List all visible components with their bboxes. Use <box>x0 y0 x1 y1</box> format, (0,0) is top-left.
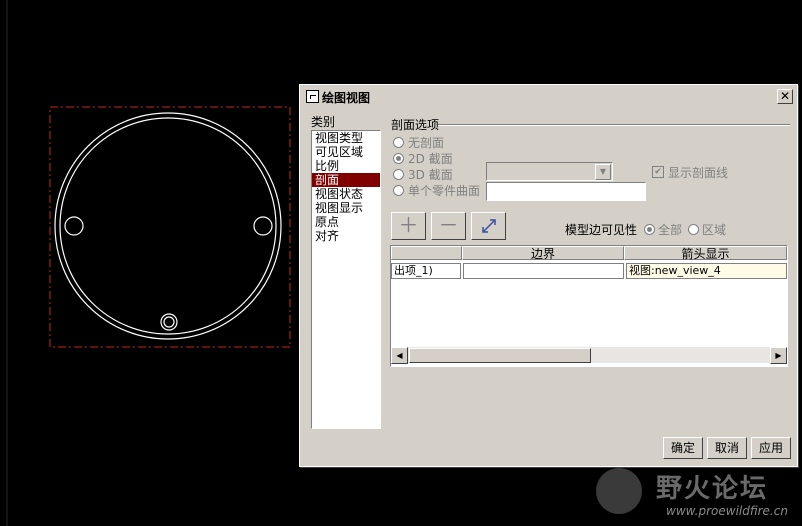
table-horizontal-scrollbar[interactable]: ◀ ▶ <box>391 347 787 364</box>
radio-edge-all[interactable] <box>644 224 655 235</box>
scroll-thumb[interactable] <box>409 348 591 363</box>
category-label: 类别 <box>311 115 336 129</box>
show-section-lines-checkbox[interactable]: ✔ <box>652 166 664 178</box>
dialog-titlebar[interactable]: 绘图视图 ✕ <box>302 87 795 105</box>
category-item-scale[interactable]: 比例 <box>312 159 380 173</box>
show-section-lines-label: 显示剖面线 <box>668 166 729 180</box>
radio-2d-section[interactable] <box>393 153 404 164</box>
minus-icon: － <box>438 213 459 237</box>
single-part-surface-field[interactable] <box>486 182 646 201</box>
radio-no-section[interactable] <box>393 137 404 148</box>
category-item-view-type[interactable]: 视图类型 <box>312 131 380 145</box>
category-item-alignment[interactable]: 对齐 <box>312 229 380 243</box>
wildfire-logo-icon <box>596 468 642 514</box>
cancel-button[interactable]: 取消 <box>707 437 747 459</box>
add-button[interactable]: ＋ <box>391 212 426 240</box>
radio-2d-section-label: 2D 截面 <box>408 152 453 166</box>
radio-edge-all-label: 全部 <box>658 223 683 237</box>
table-cell-arrow-display[interactable]: 视图:new_view_4 <box>626 263 787 279</box>
table-header-boundary[interactable]: 边界 <box>462 246 624 261</box>
section-options-label: 剖面选项 <box>391 118 440 132</box>
watermark-title: 野火论坛 <box>656 474 769 504</box>
flip-arrow-icon <box>481 219 496 233</box>
dialog-title: 绘图视图 <box>322 91 371 105</box>
category-item-view-display[interactable]: 视图显示 <box>312 201 380 215</box>
table-header-name[interactable] <box>391 246 462 260</box>
radio-edge-region[interactable] <box>688 224 699 235</box>
watermark-url: www.proewildfire.cn <box>666 504 788 518</box>
hole-left <box>64 216 84 236</box>
category-item-section[interactable]: 剖面 <box>312 173 380 187</box>
forum-watermark: 野火论坛 www.proewildfire.cn <box>590 462 802 526</box>
apply-button[interactable]: 应用 <box>751 437 791 459</box>
radio-3d-section-label: 3D 截面 <box>408 168 453 182</box>
hole-bottom-outer <box>160 313 178 331</box>
category-item-origin[interactable]: 原点 <box>312 215 380 229</box>
table-header-arrow-display[interactable]: 箭头显示 <box>624 246 787 261</box>
ok-button[interactable]: 确定 <box>663 437 703 459</box>
section-table[interactable]: 边界 箭头显示 出项_1) 视图:new_view_4 ◀ ▶ <box>390 245 788 367</box>
inner-circle <box>59 117 277 335</box>
section-select[interactable]: ▼ <box>486 162 613 181</box>
flip-direction-button[interactable] <box>471 212 506 240</box>
hole-right <box>253 216 273 236</box>
edge-visibility-label: 模型边可见性 <box>565 223 638 237</box>
radio-single-part-surface[interactable] <box>393 185 404 196</box>
radio-3d-section[interactable] <box>393 169 404 180</box>
table-cell-name[interactable]: 出项_1) <box>391 263 461 279</box>
chevron-down-icon[interactable]: ▼ <box>595 164 611 180</box>
radio-single-part-surface-label: 单个零件曲面 <box>408 184 481 198</box>
close-button[interactable]: ✕ <box>777 89 793 104</box>
remove-button[interactable]: － <box>431 212 466 240</box>
plus-icon: ＋ <box>398 213 419 237</box>
drawing-view-icon <box>306 90 319 103</box>
radio-edge-region-label: 区域 <box>702 223 727 237</box>
outer-circle <box>54 112 282 340</box>
scroll-right-icon[interactable]: ▶ <box>770 347 787 364</box>
table-cell-boundary[interactable] <box>463 263 624 279</box>
radio-no-section-label: 无剖面 <box>408 136 445 150</box>
section-group-divider <box>438 124 790 126</box>
category-item-view-state[interactable]: 视图状态 <box>312 187 380 201</box>
category-item-visible-area[interactable]: 可见区域 <box>312 145 380 159</box>
drawing-view-dialog: 绘图视图 ✕ 类别 视图类型 可见区域 比例 剖面 视图状态 视图显示 原点 对… <box>299 84 798 467</box>
scroll-left-icon[interactable]: ◀ <box>391 347 408 364</box>
hole-bottom-inner <box>163 316 175 328</box>
category-list[interactable]: 视图类型 可见区域 比例 剖面 视图状态 视图显示 原点 对齐 <box>311 130 381 429</box>
